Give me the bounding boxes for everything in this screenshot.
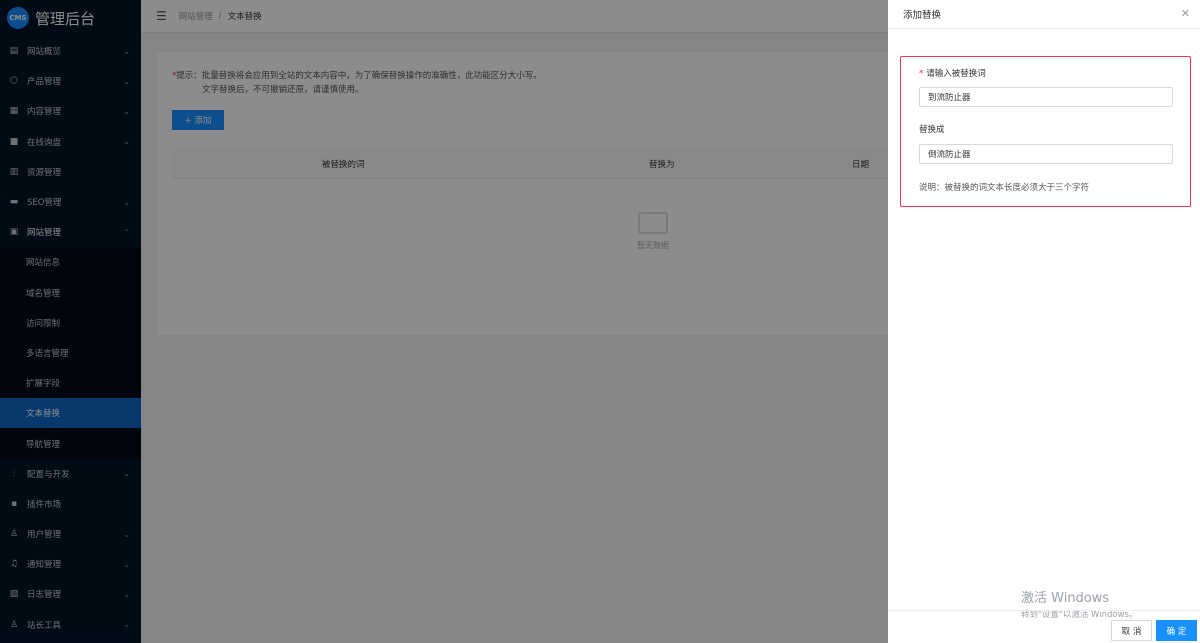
original-word-input[interactable]: 到流防止器 [919, 87, 1173, 107]
add-replace-drawer: 添加替换 ✕ * 请输入被替换词 到流防止器 替换成 倒流防止器 说明：被替换的词… [888, 0, 1200, 643]
replace-word-input[interactable]: 倒流防止器 [919, 144, 1173, 164]
confirm-button[interactable]: 确 定 [1156, 620, 1197, 641]
drawer-title: 添加替换 [888, 0, 1200, 29]
form-note: 说明：被替换的词文本长度必须大于三个字符 [919, 183, 1090, 193]
field-original-label: * 请输入被替换词 [919, 67, 986, 79]
cancel-button[interactable]: 取 消 [1111, 620, 1152, 641]
field-original-label-text: 请输入被替换词 [926, 69, 986, 79]
required-mark: * [919, 69, 924, 79]
watermark-line-1: 激活 Windows [1021, 591, 1110, 606]
close-icon[interactable]: ✕ [1181, 7, 1190, 20]
modal-mask[interactable] [0, 0, 888, 643]
replace-form: * 请输入被替换词 到流防止器 替换成 倒流防止器 说明：被替换的词文本长度必须大… [900, 56, 1191, 207]
field-replace-label: 替换成 [919, 125, 945, 135]
drawer-footer: 取 消 确 定 [888, 610, 1200, 643]
